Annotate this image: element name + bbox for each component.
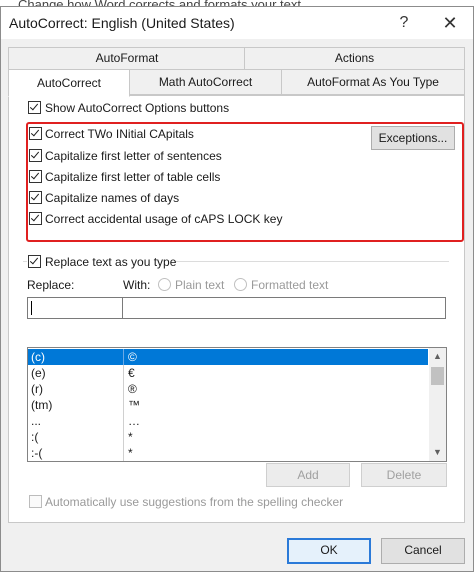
- formatted-text-radio[interactable]: [234, 278, 247, 291]
- ok-button-label: OK: [320, 543, 338, 557]
- scroll-up-icon[interactable]: ▲: [429, 348, 446, 365]
- entry-replace: (e): [31, 366, 46, 380]
- column-divider: [123, 349, 124, 365]
- entry-with: *: [128, 446, 133, 460]
- tab-math-autocorrect[interactable]: Math AutoCorrect: [129, 69, 282, 95]
- list-item[interactable]: ... …: [28, 413, 428, 429]
- tab-label: AutoCorrect: [36, 76, 102, 90]
- entry-with: ®: [128, 382, 137, 396]
- entry-replace: ...: [31, 414, 42, 428]
- two-initial-caps-checkbox[interactable]: [29, 127, 42, 140]
- tab-label: AutoFormat As You Type: [307, 75, 439, 89]
- autocorrect-entries-list[interactable]: (c) © (e) € (r) ® (tm) ™ ... … :( * :-( …: [27, 347, 447, 462]
- entry-with: €: [128, 366, 135, 380]
- scroll-down-icon[interactable]: ▼: [429, 444, 446, 461]
- autocorrect-dialog: AutoCorrect: English (United States) ? ✕…: [0, 6, 474, 572]
- replace-input[interactable]: [27, 297, 123, 319]
- column-divider: [123, 381, 124, 397]
- entry-with: ©: [128, 350, 137, 364]
- list-item[interactable]: (c) ©: [28, 349, 428, 365]
- replace-as-you-type-label: Replace text as you type: [45, 255, 177, 269]
- replace-as-you-type-checkbox[interactable]: [28, 255, 41, 268]
- show-autocorrect-buttons-checkbox[interactable]: [28, 101, 41, 114]
- ok-button[interactable]: OK: [287, 538, 371, 564]
- column-divider: [123, 397, 124, 413]
- column-divider: [123, 365, 124, 381]
- entry-replace: :-(: [31, 446, 43, 460]
- exceptions-button-label: Exceptions...: [378, 131, 448, 145]
- list-item[interactable]: (tm) ™: [28, 397, 428, 413]
- list-item[interactable]: (r) ®: [28, 381, 428, 397]
- entry-with: ™: [128, 398, 140, 412]
- close-icon[interactable]: ✕: [435, 9, 465, 37]
- text-caret: [31, 301, 32, 315]
- delete-button[interactable]: Delete: [361, 463, 447, 487]
- list-item[interactable]: :-( *: [28, 445, 428, 461]
- spelling-suggestions-label: Automatically use suggestions from the s…: [45, 495, 344, 509]
- plain-text-radio[interactable]: [158, 278, 171, 291]
- tab-autoformat-as-you-type[interactable]: AutoFormat As You Type: [281, 69, 465, 95]
- tab-actions[interactable]: Actions: [244, 47, 465, 71]
- caps-lock-checkbox[interactable]: [29, 212, 42, 225]
- capitalize-days-checkbox[interactable]: [29, 191, 42, 204]
- with-label: With:: [123, 278, 151, 292]
- add-button-label: Add: [297, 468, 319, 482]
- formatted-text-label: Formatted text: [251, 278, 329, 292]
- add-button[interactable]: Add: [266, 463, 350, 487]
- show-autocorrect-buttons-label: Show AutoCorrect Options buttons: [45, 101, 230, 115]
- capitalize-sentences-checkbox[interactable]: [29, 149, 42, 162]
- column-divider: [123, 429, 124, 445]
- tab-label: Actions: [334, 51, 375, 65]
- list-item[interactable]: :( *: [28, 429, 428, 445]
- entry-replace: (tm): [31, 398, 53, 412]
- entry-with: …: [128, 414, 140, 428]
- two-initial-caps-label: Correct TWo INitial CApitals: [45, 127, 194, 141]
- entry-replace: :(: [31, 430, 39, 444]
- capitalize-table-cells-checkbox[interactable]: [29, 170, 42, 183]
- dialog-title: AutoCorrect: English (United States): [9, 15, 235, 31]
- exceptions-button[interactable]: Exceptions...: [371, 126, 455, 150]
- title-bar: AutoCorrect: English (United States) ? ✕: [1, 7, 473, 39]
- tab-autoformat[interactable]: AutoFormat: [8, 47, 246, 71]
- list-item[interactable]: (e) €: [28, 365, 428, 381]
- column-divider: [123, 445, 124, 461]
- entry-with: *: [128, 430, 133, 444]
- tab-label: AutoFormat: [95, 51, 159, 65]
- capitalize-days-label: Capitalize names of days: [45, 191, 180, 205]
- cancel-button-label: Cancel: [404, 543, 442, 557]
- delete-button-label: Delete: [386, 468, 422, 482]
- help-icon[interactable]: ?: [389, 9, 419, 37]
- with-input[interactable]: [122, 297, 446, 319]
- entry-replace: (r): [31, 382, 43, 396]
- capitalize-sentences-label: Capitalize first letter of sentences: [45, 149, 222, 163]
- cancel-button[interactable]: Cancel: [381, 538, 465, 564]
- tab-label: Math AutoCorrect: [158, 75, 253, 89]
- group-header: Replace text as you type: [27, 254, 177, 270]
- capitalize-table-cells-label: Capitalize first letter of table cells: [45, 170, 221, 184]
- entry-replace: (c): [31, 350, 45, 364]
- tab-autocorrect[interactable]: AutoCorrect: [8, 69, 130, 97]
- replace-label: Replace:: [27, 278, 75, 292]
- column-divider: [123, 413, 124, 429]
- plain-text-label: Plain text: [175, 278, 225, 292]
- spelling-suggestions-checkbox[interactable]: [29, 495, 42, 508]
- scrollbar-thumb[interactable]: [431, 367, 444, 385]
- caps-lock-label: Correct accidental usage of cAPS LOCK ke…: [45, 212, 283, 226]
- list-scrollbar[interactable]: ▲ ▼: [429, 348, 446, 461]
